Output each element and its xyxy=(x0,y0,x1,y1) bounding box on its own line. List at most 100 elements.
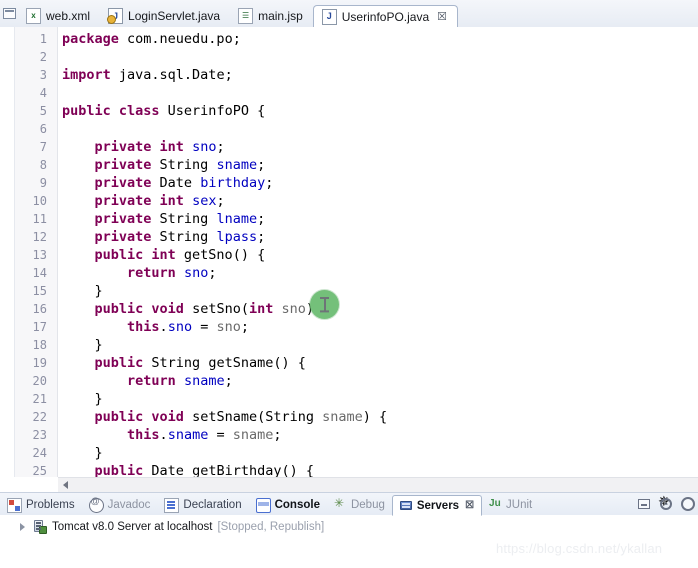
code-token: sname xyxy=(322,409,363,425)
line-number: 14 xyxy=(32,266,47,280)
code-line[interactable]: private String lname; xyxy=(62,210,266,228)
code-line[interactable]: this.sname = sname; xyxy=(62,426,282,444)
code-line[interactable]: import java.sql.Date; xyxy=(62,66,233,84)
code-line[interactable]: public int getSno() { xyxy=(62,246,266,264)
code-line[interactable]: } xyxy=(62,390,103,408)
code-line[interactable]: this.sno = sno; xyxy=(62,318,249,336)
expand-arrow-icon[interactable] xyxy=(18,522,28,532)
code-line[interactable]: } xyxy=(62,444,103,462)
code-line[interactable]: public String getSname() { xyxy=(62,354,306,372)
editor-corner-filler xyxy=(0,477,58,491)
code-token: public class xyxy=(62,103,168,119)
code-token: private int xyxy=(94,139,193,155)
code-line[interactable]: } xyxy=(62,336,103,354)
code-line[interactable]: public class UserinfoPO { xyxy=(62,102,265,120)
gear-icon[interactable] xyxy=(658,493,674,512)
code-token: . xyxy=(159,319,168,335)
code-token: ; xyxy=(216,193,225,209)
line-number: 15 xyxy=(32,284,47,298)
code-line[interactable]: } xyxy=(62,282,103,300)
tab-debug[interactable]: Debug xyxy=(327,495,392,515)
tab-label: Servers xyxy=(416,499,460,512)
editor-tab-label: LoginServlet.java xyxy=(128,9,221,23)
restore-window-glyph xyxy=(2,8,16,19)
code-line[interactable]: public Date getBirthday() { xyxy=(62,462,314,477)
line-number: 21 xyxy=(32,392,47,406)
editor-horizontal-scrollbar[interactable] xyxy=(58,477,698,492)
xml-file-icon: x xyxy=(26,8,41,24)
tab-problems[interactable]: Problems xyxy=(0,495,82,515)
table-row[interactable]: Tomcat v8.0 Server at localhost [Stopped… xyxy=(0,517,698,537)
code-token: getSname() { xyxy=(208,355,306,371)
java-file-icon: J xyxy=(321,8,337,25)
code-token: birthday xyxy=(200,175,266,191)
code-token: String xyxy=(159,229,217,245)
code-token: public xyxy=(94,355,152,371)
line-number: 1 xyxy=(39,32,47,46)
tab-servers[interactable]: Servers ☒ xyxy=(391,495,483,516)
code-line[interactable]: package com.neuedu.po; xyxy=(62,30,241,48)
close-icon[interactable]: ☒ xyxy=(465,500,474,511)
code-token: private xyxy=(94,211,160,227)
code-editor[interactable]: 1 2 3 4 5 6 7 8 9 10 11 12 13 14 15 16 17 18 19 20 21 22 23 24 2… xyxy=(0,27,698,492)
code-line[interactable]: private int sno; xyxy=(62,138,225,156)
code-line[interactable]: private int sex; xyxy=(62,192,225,210)
maximize-icon[interactable] xyxy=(680,496,696,512)
code-token: private xyxy=(94,157,160,173)
code-token: public int xyxy=(94,247,184,263)
code-token: this xyxy=(127,427,160,443)
editor-tab-label: UserinfoPO.java xyxy=(341,9,430,24)
code-token: getBirthday() { xyxy=(192,463,314,477)
editor-marker-bar[interactable] xyxy=(0,27,15,477)
code-token: public xyxy=(94,463,152,477)
code-line[interactable]: private String lpass; xyxy=(62,228,266,246)
editor-tab-web-xml[interactable]: x web.xml xyxy=(18,5,100,27)
editor-tab-label: web.xml xyxy=(46,9,91,23)
code-token: sno xyxy=(281,301,306,317)
line-number: 9 xyxy=(39,176,47,190)
code-line[interactable]: public void setSno(int sno) { xyxy=(62,300,331,318)
line-number: 18 xyxy=(32,338,47,352)
line-number: 24 xyxy=(32,446,47,460)
line-number: 3 xyxy=(39,68,47,82)
editor-line-number-gutter[interactable]: 1 2 3 4 5 6 7 8 9 10 11 12 13 14 15 16 17 18 19 20 21 22 23 24 2… xyxy=(15,27,68,478)
scroll-left-arrow[interactable] xyxy=(58,479,72,492)
code-token: ; xyxy=(273,427,282,443)
tab-console[interactable]: Console xyxy=(249,495,327,515)
editor-tab-main-jsp[interactable]: ☰ main.jsp xyxy=(230,5,313,27)
editor-tab-bar: x web.xml J LoginServlet.java ☰ main.jsp J User… xyxy=(0,0,698,28)
code-line[interactable]: private String sname; xyxy=(62,156,266,174)
code-line[interactable]: return sname; xyxy=(62,372,233,390)
code-token: ; xyxy=(224,373,233,389)
code-token: getSno() { xyxy=(183,247,266,263)
editor-code-area[interactable]: package com.neuedu.po; import java.sql.Da… xyxy=(58,27,698,477)
code-token: sno xyxy=(167,319,193,335)
minimize-icon[interactable] xyxy=(636,496,652,512)
tab-declaration[interactable]: Declaration xyxy=(157,495,248,515)
line-number: 10 xyxy=(32,194,47,208)
code-line[interactable]: private Date birthday; xyxy=(62,174,274,192)
code-line[interactable]: public void setSname(String sname) { xyxy=(62,408,388,426)
editor-tab-loginservlet-java[interactable]: J LoginServlet.java xyxy=(100,5,230,27)
tab-junit[interactable]: JUnit xyxy=(482,495,539,515)
tab-javadoc[interactable]: Javadoc xyxy=(82,495,158,515)
code-token: = xyxy=(192,319,217,335)
code-line[interactable]: return sno; xyxy=(62,264,216,282)
code-token: sno xyxy=(192,139,217,155)
text-cursor-ibeam-icon xyxy=(310,290,339,319)
code-token: sname xyxy=(167,427,209,443)
problems-icon xyxy=(7,497,22,513)
code-token: . xyxy=(159,427,168,443)
editor-tab-userinfopo-java[interactable]: J UserinfoPO.java ☒ xyxy=(312,5,459,28)
close-icon[interactable]: ☒ xyxy=(437,10,447,23)
restore-window-icon[interactable] xyxy=(0,0,18,27)
tab-label: Problems xyxy=(26,499,75,511)
code-token: Date xyxy=(159,175,201,191)
